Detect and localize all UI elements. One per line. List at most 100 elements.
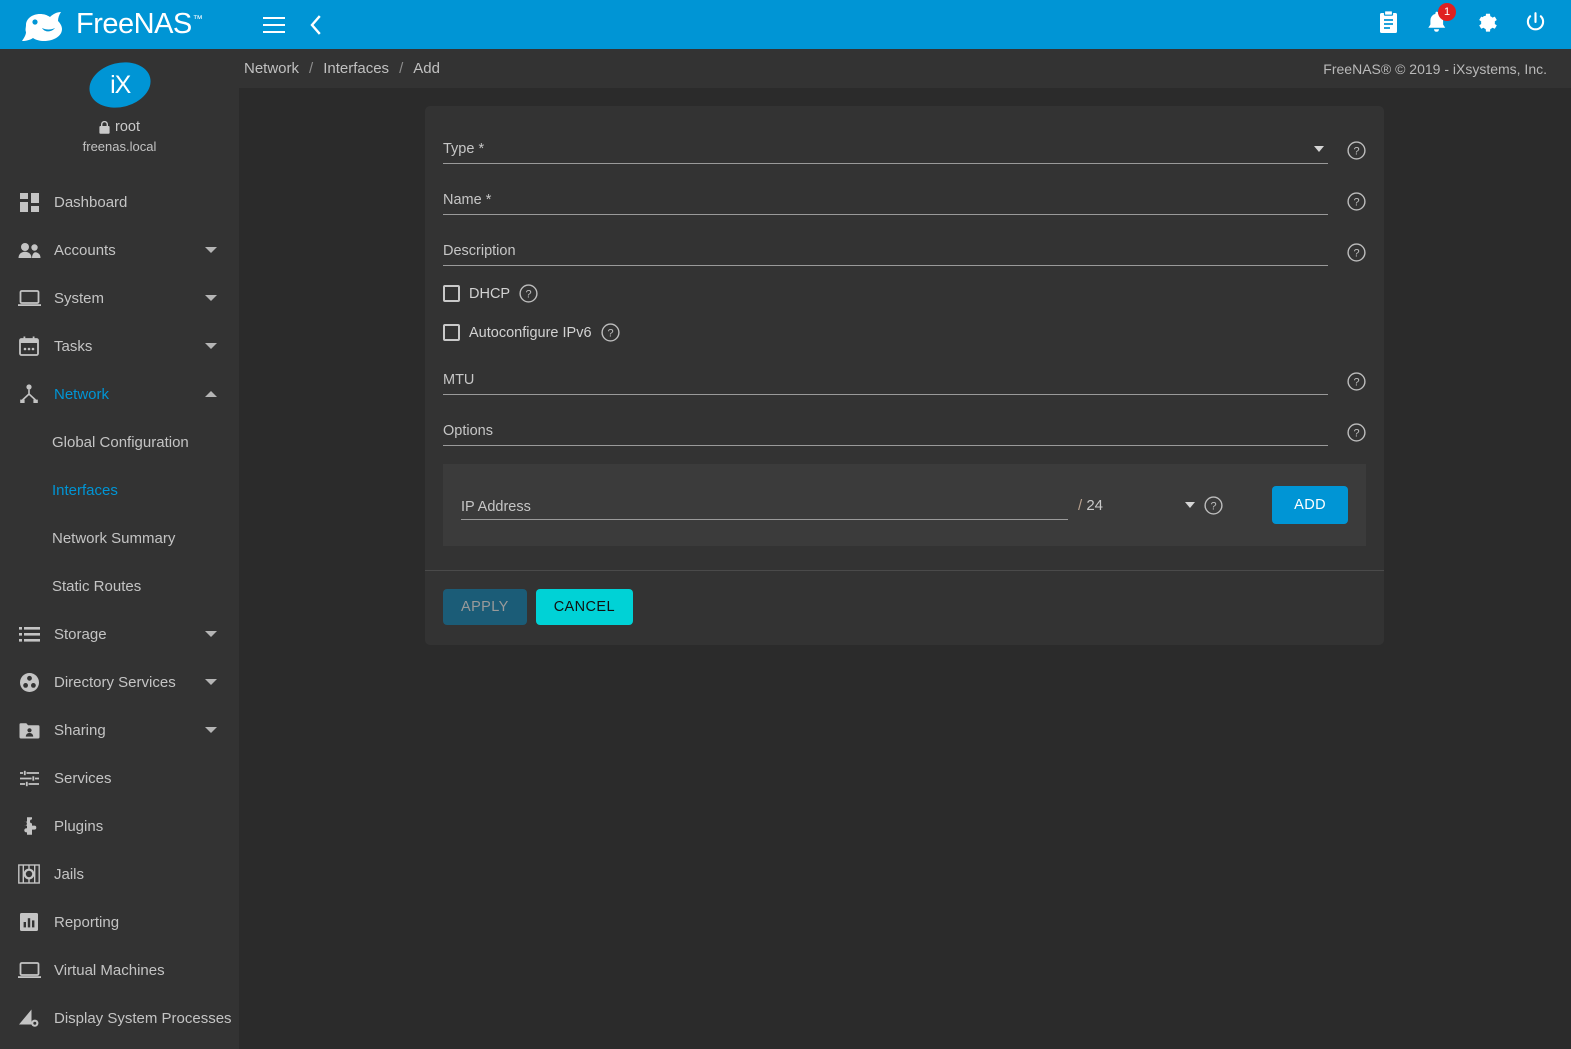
network-icon [12,382,46,406]
display-system-processes-icon [12,1006,46,1030]
chevron-left-icon[interactable] [309,14,321,35]
sidebar-item-jails[interactable]: Jails [0,850,239,898]
chevron-down-icon[interactable] [205,679,217,685]
power-icon[interactable] [1524,11,1547,39]
svg-text:?: ? [1353,197,1359,209]
sidebar-item-label: Dashboard [54,193,128,211]
help-circle-icon[interactable]: ? [1347,423,1366,442]
apply-button[interactable]: APPLY [443,589,527,625]
checkbox-label: DHCP [469,285,511,302]
sidebar-item-global-configuration[interactable]: Global Configuration [0,418,239,466]
field-label: Description [443,243,516,259]
dashboard-icon [12,190,46,214]
breadcrumb-item-network[interactable]: Network [244,60,299,77]
chevron-down-icon[interactable] [205,727,217,733]
svg-text:?: ? [607,328,613,340]
chevron-up-icon[interactable] [205,391,217,397]
ip-address-input[interactable]: IP Address [461,490,1068,520]
chevron-down-icon[interactable] [205,631,217,637]
type-select[interactable]: Type * [443,131,1328,164]
options-input[interactable]: Options [443,413,1328,446]
chevron-down-icon[interactable] [1314,146,1324,152]
jails-icon [12,862,46,886]
sidebar-item-display-system-processes[interactable]: Display System Processes [0,994,239,1042]
sidebar-item-interfaces[interactable]: Interfaces [0,466,239,514]
sidebar-item-label: System [54,289,105,307]
sidebar-item-directory-services[interactable]: Directory Services [0,658,239,706]
sidebar-navigation: Dashboard Accounts System Tasks Network … [0,168,239,1042]
sidebar-item-label: Services [54,769,112,787]
sidebar-item-network-summary[interactable]: Network Summary [0,514,239,562]
checkbox-row-autoconfigure-ipv6: Autoconfigure IPv6 ? [443,323,1366,342]
system-icon [12,286,46,310]
virtual-machines-icon [12,958,46,982]
sidebar-item-dashboard[interactable]: Dashboard [0,178,239,226]
avatar-text: iX [109,70,130,99]
sidebar-item-services[interactable]: Services [0,754,239,802]
mtu-input[interactable]: MTU [443,362,1328,395]
help-circle-icon[interactable]: ? [519,284,538,303]
sidebar-item-system[interactable]: System [0,274,239,322]
description-input[interactable]: Description [443,233,1328,266]
sidebar-item-sharing[interactable]: Sharing [0,706,239,754]
sidebar-subitem-label: Interfaces [52,481,118,499]
dhcp-checkbox[interactable] [443,285,460,302]
freenas-fish-logo-icon [22,11,62,41]
breadcrumb-item-interfaces[interactable]: Interfaces [323,60,389,77]
netmask-bits: 24 [1086,496,1104,514]
notifications-bell-icon[interactable]: 1 [1426,3,1456,39]
sidebar-subitem-label: Global Configuration [52,433,189,451]
reporting-icon [12,910,46,934]
breadcrumb-separator: / [309,60,314,77]
form-actions: APPLY CANCEL [425,571,1384,645]
chevron-down-icon[interactable] [205,247,217,253]
hamburger-menu-icon[interactable] [263,16,285,33]
sidebar-item-accounts[interactable]: Accounts [0,226,239,274]
svg-text:?: ? [526,289,532,301]
field-label: Options [443,423,493,439]
chevron-down-icon[interactable] [1185,502,1196,508]
svg-text:?: ? [1353,146,1359,158]
sidebar-subitem-label: Network Summary [52,529,176,547]
directory-services-icon [12,670,46,694]
svg-text:?: ? [1353,248,1359,260]
plugins-icon [12,814,46,838]
sidebar-item-label: Virtual Machines [54,961,165,979]
sidebar-item-plugins[interactable]: Plugins [0,802,239,850]
sidebar-item-label: Reporting [54,913,120,931]
chevron-down-icon[interactable] [205,295,217,301]
help-circle-icon[interactable]: ? [1347,372,1366,391]
sidebar-item-label: Display System Processes [54,1009,232,1027]
netmask-value: / 24 [1078,497,1103,514]
autoconfigure-ipv6-checkbox[interactable] [443,324,460,341]
sidebar-item-network[interactable]: Network [0,370,239,418]
field-label: MTU [443,372,475,388]
settings-gear-icon[interactable] [1474,11,1497,39]
chevron-down-icon[interactable] [205,343,217,349]
help-circle-icon[interactable]: ? [1347,141,1366,160]
sidebar-item-tasks[interactable]: Tasks [0,322,239,370]
help-circle-icon[interactable]: ? [1347,192,1366,211]
username-row: root [99,119,140,135]
svg-text:?: ? [1353,428,1359,440]
field-label: Name * [443,192,492,208]
sidebar-item-label: Tasks [54,337,93,355]
clipboard-tasks-icon[interactable] [1378,10,1399,39]
help-circle-icon[interactable]: ? [1347,243,1366,262]
accounts-icon [12,238,46,262]
sidebar-item-static-routes[interactable]: Static Routes [0,562,239,610]
add-ip-button[interactable]: ADD [1272,486,1348,524]
hostname-text: freenas.local [82,139,157,154]
notification-badge: 1 [1438,3,1456,21]
cancel-button[interactable]: CANCEL [535,589,633,625]
help-circle-icon[interactable]: ? [600,323,620,342]
sidebar-item-label: Plugins [54,817,104,835]
sidebar-item-virtual-machines[interactable]: Virtual Machines [0,946,239,994]
help-circle-icon[interactable]: ? [1204,495,1223,515]
sidebar-item-storage[interactable]: Storage [0,610,239,658]
sidebar-item-reporting[interactable]: Reporting [0,898,239,946]
field-type: Type * ? [443,131,1366,164]
brand-header[interactable]: FreeNAS™ [0,0,239,49]
name-input[interactable]: Name * [443,182,1328,215]
avatar: iX [84,56,155,114]
